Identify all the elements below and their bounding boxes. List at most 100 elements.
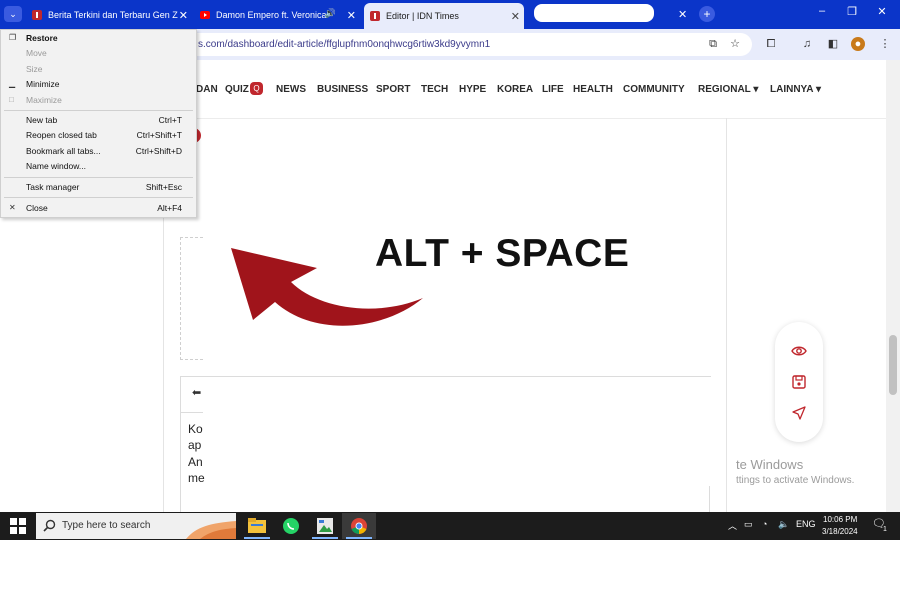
chrome-menu-icon[interactable]: ⋮	[878, 37, 892, 51]
tab-damon-empero[interactable]: Damon Empero ft. Veronica 🔊 ✕	[200, 4, 360, 26]
show-hidden-icons-chevron-icon[interactable]: ︿	[728, 519, 737, 532]
save-icon[interactable]	[792, 375, 806, 389]
chevron-down-icon: ▾	[753, 84, 759, 95]
menu-separator	[4, 110, 193, 111]
editor-text-line: ap	[188, 438, 202, 452]
clock-date[interactable]: 3/18/2024	[822, 527, 858, 536]
media-control-icon[interactable]: ♫	[800, 37, 814, 51]
nav-item-regional[interactable]: REGIONAL ▾	[698, 84, 758, 95]
search-placeholder: Type here to search	[62, 520, 151, 531]
tab-redacted[interactable]	[534, 4, 654, 22]
active-indicator	[312, 537, 338, 539]
nav-item-business[interactable]: BUSINESS	[317, 84, 368, 95]
menu-item-maximize: Maximize	[26, 95, 62, 105]
editor-toolbar-divider	[181, 412, 203, 413]
menu-item-reopen-closed-tab[interactable]: Reopen closed tab	[26, 130, 97, 140]
close-tab-icon[interactable]: ✕	[179, 9, 188, 22]
restore-window-button[interactable]: ❐	[842, 5, 862, 18]
profile-avatar[interactable]: ●	[851, 37, 865, 51]
taskbar-file-explorer[interactable]	[240, 513, 274, 539]
taskbar-photos[interactable]	[308, 513, 342, 539]
quiz-badge-icon: Q	[250, 82, 263, 95]
activate-windows-title: te Windows	[736, 457, 804, 472]
chrome-icon	[351, 518, 367, 535]
close-icon: ✕	[9, 203, 16, 212]
scrollbar-thumb[interactable]	[889, 335, 897, 395]
image-editor-icon	[317, 518, 333, 534]
tab-editor[interactable]: Editor | IDN Times ✕	[364, 3, 524, 29]
search-icon	[43, 519, 56, 532]
editor-text-line: me	[188, 471, 205, 485]
maximize-icon: □	[9, 95, 14, 104]
new-tab-button[interactable]: +	[699, 6, 715, 22]
nav-item-quiz[interactable]: QUIZ	[225, 84, 249, 95]
image-upload-area[interactable]	[180, 237, 203, 360]
menu-separator	[4, 177, 193, 178]
wifi-icon[interactable]: ◔	[762, 519, 767, 529]
menu-item-new-tab[interactable]: New tab	[26, 115, 57, 125]
close-tab-icon[interactable]: ✕	[511, 10, 520, 23]
tab-title: Damon Empero ft. Veronica	[216, 10, 327, 20]
menu-item-bookmark-all-tabs[interactable]: Bookmark all tabs...	[26, 146, 101, 156]
preview-eye-icon[interactable]	[791, 344, 807, 358]
tab-berita[interactable]: Berita Terkini dan Terbaru Gen Z ✕	[32, 4, 192, 26]
active-indicator	[244, 537, 270, 539]
nav-item-health[interactable]: HEALTH	[573, 84, 613, 95]
idn-times-favicon-icon	[32, 10, 42, 20]
menu-item-size: Size	[26, 64, 43, 74]
side-panel-icon[interactable]: ◧	[826, 37, 840, 51]
tab-search-button[interactable]: ⌄	[4, 6, 22, 22]
scrollbar-track[interactable]	[886, 60, 900, 512]
menu-item-name-window[interactable]: Name window...	[26, 161, 86, 171]
nav-item-hype[interactable]: HYPE	[459, 84, 486, 95]
undo-arrow-icon[interactable]: ⬅	[192, 386, 201, 399]
window-system-menu: ❐ Restore Move Size ▁ Minimize □ Maximiz…	[0, 29, 197, 218]
speaker-icon[interactable]: 🔊	[325, 8, 336, 19]
menu-item-minimize[interactable]: Minimize	[26, 79, 60, 89]
chevron-down-icon: ⌄	[9, 8, 17, 19]
nav-item-tech[interactable]: TECH	[421, 84, 448, 95]
taskbar-whatsapp[interactable]	[274, 513, 308, 539]
nav-item-news[interactable]: NEWS	[276, 84, 306, 95]
battery-icon[interactable]: ▭	[744, 519, 753, 530]
menu-item-close[interactable]: Close	[26, 203, 48, 213]
article-editor[interactable]	[180, 376, 711, 518]
menu-item-task-manager[interactable]: Task manager	[26, 182, 79, 192]
menu-item-move: Move	[26, 48, 47, 58]
minimize-icon: ▁	[9, 79, 16, 88]
bookmark-star-icon[interactable]: ☆	[728, 37, 742, 51]
close-tab-icon[interactable]: ✕	[347, 9, 356, 22]
shortcut-overlay-text: ALT + SPACE	[375, 232, 630, 275]
publish-send-icon[interactable]	[792, 406, 806, 420]
nav-item-sport[interactable]: SPORT	[376, 84, 410, 95]
taskbar-chrome[interactable]	[342, 513, 376, 539]
language-indicator[interactable]: ENG	[796, 519, 816, 529]
volume-icon[interactable]: 🔈	[778, 519, 789, 530]
editor-border-right	[709, 486, 710, 512]
search-highlight-decoration	[186, 521, 236, 539]
nav-item-life[interactable]: LIFE	[542, 84, 564, 95]
close-tab-icon[interactable]: ✕	[678, 8, 687, 21]
active-indicator	[346, 537, 372, 539]
nav-item-lainnya[interactable]: LAINNYA ▾	[770, 84, 821, 95]
idn-times-favicon-icon	[370, 11, 380, 21]
close-window-button[interactable]: ✕	[872, 5, 892, 18]
menu-item-restore[interactable]: Restore	[26, 33, 58, 43]
shortcut-bookmark-all-tabs: Ctrl+Shift+D	[135, 146, 182, 156]
menu-separator	[4, 197, 193, 198]
extensions-icon[interactable]: ⧠	[764, 37, 778, 51]
install-app-icon[interactable]: ⧉	[706, 37, 720, 51]
nav-item-dan[interactable]: DAN	[196, 84, 218, 95]
minimize-window-button[interactable]: –	[812, 5, 832, 17]
url-text[interactable]: s.com/dashboard/edit-article/ffglupfnm0o…	[198, 39, 490, 50]
windows-start-icon[interactable]	[10, 518, 26, 534]
notification-count: 1	[883, 526, 887, 533]
nav-item-korea[interactable]: KOREA	[497, 84, 533, 95]
content-border-right	[726, 118, 727, 512]
nav-item-community[interactable]: COMMUNITY	[623, 84, 685, 95]
folder-icon	[248, 518, 266, 533]
clock-time[interactable]: 10:06 PM	[823, 515, 857, 524]
youtube-icon	[200, 11, 210, 19]
editor-text-line: Ko	[188, 422, 203, 436]
chevron-down-icon: ▾	[815, 84, 821, 95]
